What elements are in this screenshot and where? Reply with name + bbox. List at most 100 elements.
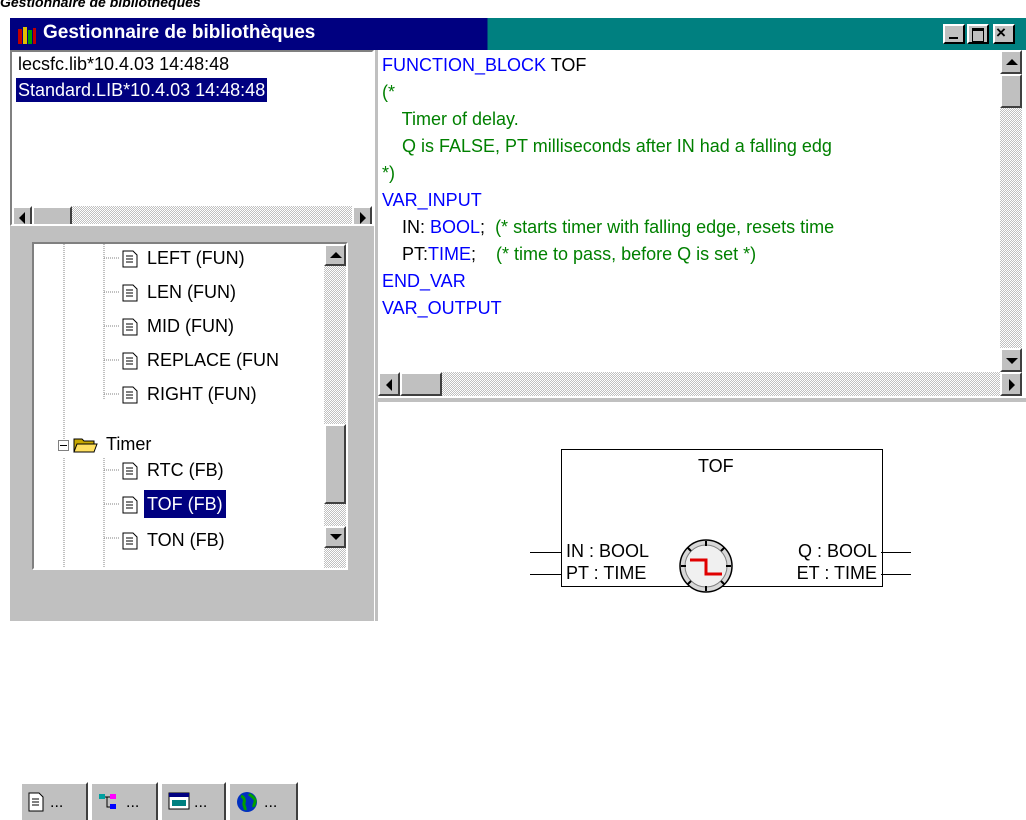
- tab-label: ...: [126, 794, 140, 811]
- tab-pous[interactable]: ...: [20, 782, 88, 820]
- fb-name: TOF: [698, 456, 734, 476]
- tab-resources[interactable]: ...: [228, 782, 298, 820]
- library-list[interactable]: lecsfc.lib*10.4.03 14:48:48 Standard.LIB…: [10, 50, 374, 226]
- globe-icon: [237, 792, 257, 812]
- fb-input-pt: PT : TIME: [566, 563, 647, 583]
- arrow-down-icon: [1006, 358, 1018, 364]
- arrow-up-icon: [1006, 59, 1018, 65]
- scroll-thumb[interactable]: [400, 372, 442, 396]
- document-icon: [122, 284, 138, 302]
- tree-item-label: RIGHT (FUN): [147, 384, 257, 404]
- document-icon: [122, 386, 138, 404]
- tab-label: ...: [194, 794, 208, 811]
- tree-vscrollbar[interactable]: [324, 244, 346, 568]
- close-button[interactable]: ×: [993, 23, 1015, 44]
- maximize-button[interactable]: [967, 24, 989, 44]
- title-bar[interactable]: Gestionnaire de bibliothèques ×: [10, 18, 1026, 50]
- pou-icon: [28, 792, 44, 812]
- close-icon: ×: [996, 23, 1006, 42]
- tree-item-label: MID (FUN): [147, 316, 234, 336]
- document-icon: [122, 352, 138, 370]
- document-icon: [122, 462, 138, 480]
- tree-item-label: REPLACE (FUN: [147, 350, 280, 370]
- pou-tree[interactable]: LEFT (FUN) LEN (FUN) MID (FUN) REPLACE (…: [32, 242, 348, 570]
- fb-input-in: IN : BOOL: [566, 541, 650, 561]
- pou-tree-panel: LEFT (FUN) LEN (FUN) MID (FUN) REPLACE (…: [10, 226, 374, 820]
- tree-item-len[interactable]: LEN (FUN): [122, 278, 239, 306]
- arrow-left-icon: [386, 379, 392, 391]
- tree-item-label: RTC (FB): [147, 460, 224, 480]
- scroll-thumb[interactable]: [1000, 74, 1022, 108]
- fb-output-q: Q : BOOL: [797, 541, 877, 561]
- visualization-icon: [168, 792, 190, 810]
- code-punct: ;: [480, 217, 496, 237]
- scroll-up-button[interactable]: [1000, 50, 1022, 74]
- code-comment: (*: [382, 82, 395, 102]
- tree-item-rtc[interactable]: RTC (FB): [122, 456, 227, 484]
- tree-item-left[interactable]: LEFT (FUN): [122, 244, 248, 272]
- tab-visualizations[interactable]: ...: [160, 782, 226, 820]
- code-keyword: FUNCTION_BLOCK: [382, 55, 547, 75]
- maximize-icon: [972, 28, 984, 42]
- scroll-left-button[interactable]: [12, 206, 32, 224]
- fb-pin-et: [881, 574, 911, 575]
- scroll-down-button[interactable]: [1000, 348, 1022, 372]
- code-comment: (* time to pass, before Q is set *): [496, 244, 757, 264]
- scroll-thumb[interactable]: [32, 206, 72, 224]
- collapse-toggle-icon[interactable]: [58, 439, 69, 451]
- code-text: FUNCTION_BLOCK TOF (* Timer of delay. Q …: [382, 52, 834, 322]
- tree-folder-timer[interactable]: Timer: [58, 430, 154, 458]
- minimize-button[interactable]: [943, 24, 965, 44]
- declaration-editor[interactable]: FUNCTION_BLOCK TOF (* Timer of delay. Q …: [378, 50, 1026, 398]
- library-item-standard[interactable]: Standard.LIB*10.4.03 14:48:48: [16, 78, 268, 102]
- code-comment: *): [382, 163, 395, 183]
- code-keyword: TIME: [428, 244, 472, 264]
- code-keyword: BOOL: [430, 217, 481, 237]
- data-types-icon: [99, 794, 116, 809]
- fb-pin-pt: [530, 574, 561, 575]
- scroll-up-button[interactable]: [324, 244, 346, 266]
- code-keyword: END_VAR: [382, 271, 466, 291]
- editor-hscrollbar[interactable]: [378, 372, 1022, 396]
- tree-item-label: Timer: [106, 434, 152, 454]
- tab-label: ...: [264, 794, 278, 811]
- scroll-right-button[interactable]: [352, 206, 372, 224]
- code-keyword: VAR_INPUT: [382, 190, 482, 210]
- code-comment: Q is FALSE, PT milliseconds after IN had…: [382, 136, 832, 156]
- tree-item-ton[interactable]: TON (FB): [122, 526, 228, 554]
- tree-item-label: TOF (FB): [144, 490, 226, 518]
- arrow-right-icon: [1009, 379, 1015, 391]
- arrow-up-icon: [330, 252, 342, 258]
- tab-data-types[interactable]: ...: [90, 782, 158, 820]
- scroll-right-button[interactable]: [1000, 372, 1022, 396]
- tree-item-label: LEFT (FUN): [147, 248, 245, 268]
- code-punct: ;: [471, 244, 497, 264]
- code-identifier: PT:: [382, 244, 429, 264]
- document-icon: [122, 250, 138, 268]
- tree-item-mid[interactable]: MID (FUN): [122, 312, 237, 340]
- fb-pin-in: [530, 552, 561, 553]
- library-item-lecsfc[interactable]: lecsfc.lib*10.4.03 14:48:48: [16, 52, 231, 76]
- fb-pin-q: [881, 552, 911, 553]
- fb-output-et: ET : TIME: [796, 563, 877, 583]
- scroll-left-button[interactable]: [378, 372, 400, 396]
- document-icon: [122, 318, 138, 336]
- arrow-left-icon: [19, 212, 25, 224]
- tree-item-label: LEN (FUN): [147, 282, 236, 302]
- code-identifier: IN:: [382, 217, 431, 237]
- scroll-thumb[interactable]: [324, 424, 346, 504]
- tree-item-right[interactable]: RIGHT (FUN): [122, 380, 260, 408]
- library-list-hscrollbar[interactable]: [12, 206, 372, 224]
- tree-item-replace[interactable]: REPLACE (FUN: [122, 346, 282, 374]
- tree-item-tof[interactable]: TOF (FB): [122, 490, 226, 518]
- timer-clock-icon: [679, 539, 733, 593]
- tree-item-label: TON (FB): [147, 530, 225, 550]
- library-books-icon: [18, 27, 36, 44]
- code-keyword: VAR_OUTPUT: [382, 298, 502, 318]
- arrow-down-icon: [330, 534, 342, 540]
- code-comment: (* starts timer with falling edge, reset…: [495, 217, 835, 237]
- open-folder-icon: [73, 438, 98, 453]
- editor-vscrollbar[interactable]: [1000, 50, 1022, 372]
- scroll-down-button[interactable]: [324, 526, 346, 548]
- document-icon: [122, 532, 138, 550]
